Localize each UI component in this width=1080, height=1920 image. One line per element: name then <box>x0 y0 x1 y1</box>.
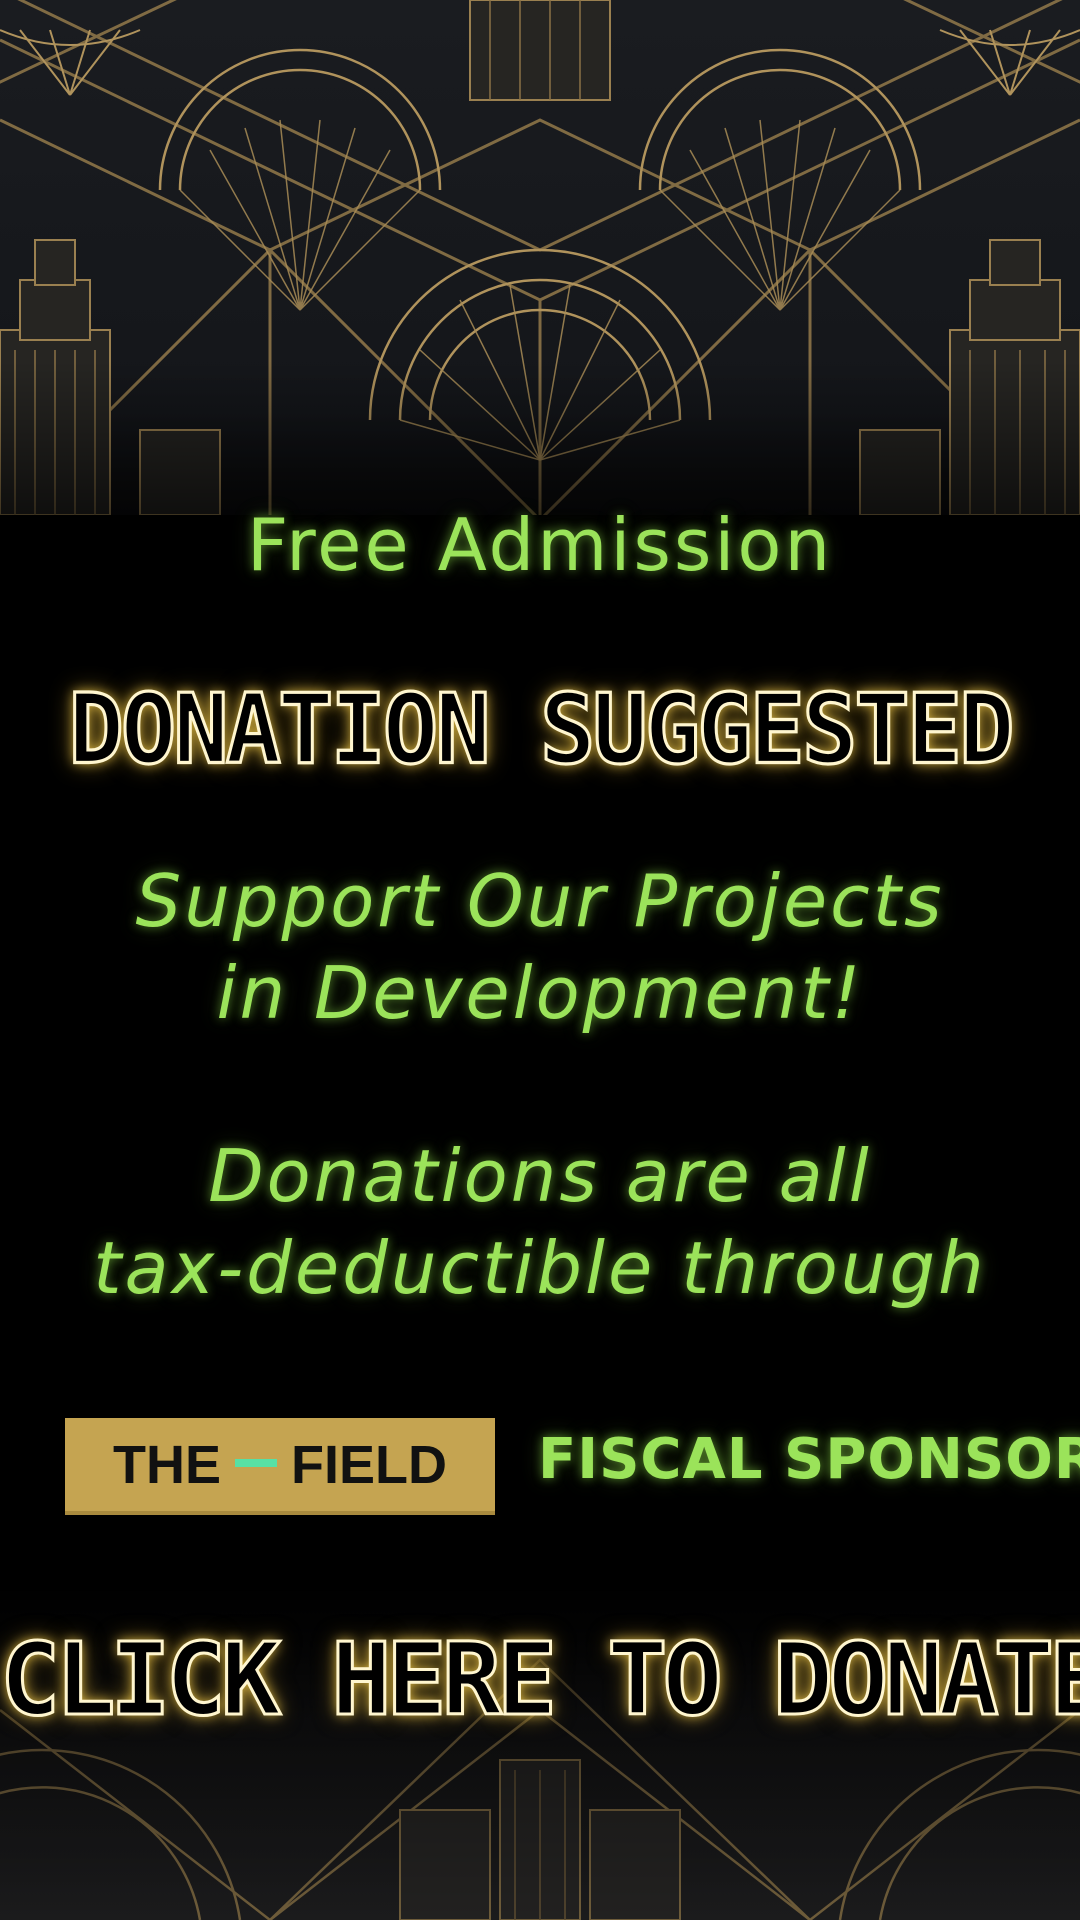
tax-line-1: Donations are all <box>208 1134 872 1218</box>
the-field-logo[interactable]: THE FIELD <box>65 1418 495 1515</box>
donation-suggested-heading: DONATION SUGGESTED <box>67 673 1016 786</box>
logo-word-field: FIELD <box>291 1434 447 1495</box>
art-deco-footer-pattern <box>0 1560 1080 1920</box>
donation-flyer: Free Admission DONATION SUGGESTED Suppor… <box>0 0 1080 1920</box>
logo-dash-icon <box>235 1458 277 1467</box>
free-admission-heading: Free Admission <box>246 503 834 587</box>
art-deco-header-pattern <box>0 0 1080 515</box>
fiscal-sponsor-label: FISCAL SPONSOR <box>538 1427 1080 1492</box>
logo-word-the: THE <box>113 1434 221 1495</box>
support-line-1: Support Our Projects <box>135 859 945 943</box>
tax-line-2: tax-deductible through <box>93 1226 987 1310</box>
donate-button[interactable]: CLICK HERE TO DONATE <box>0 1623 1080 1736</box>
support-line-2: in Development! <box>216 951 864 1035</box>
